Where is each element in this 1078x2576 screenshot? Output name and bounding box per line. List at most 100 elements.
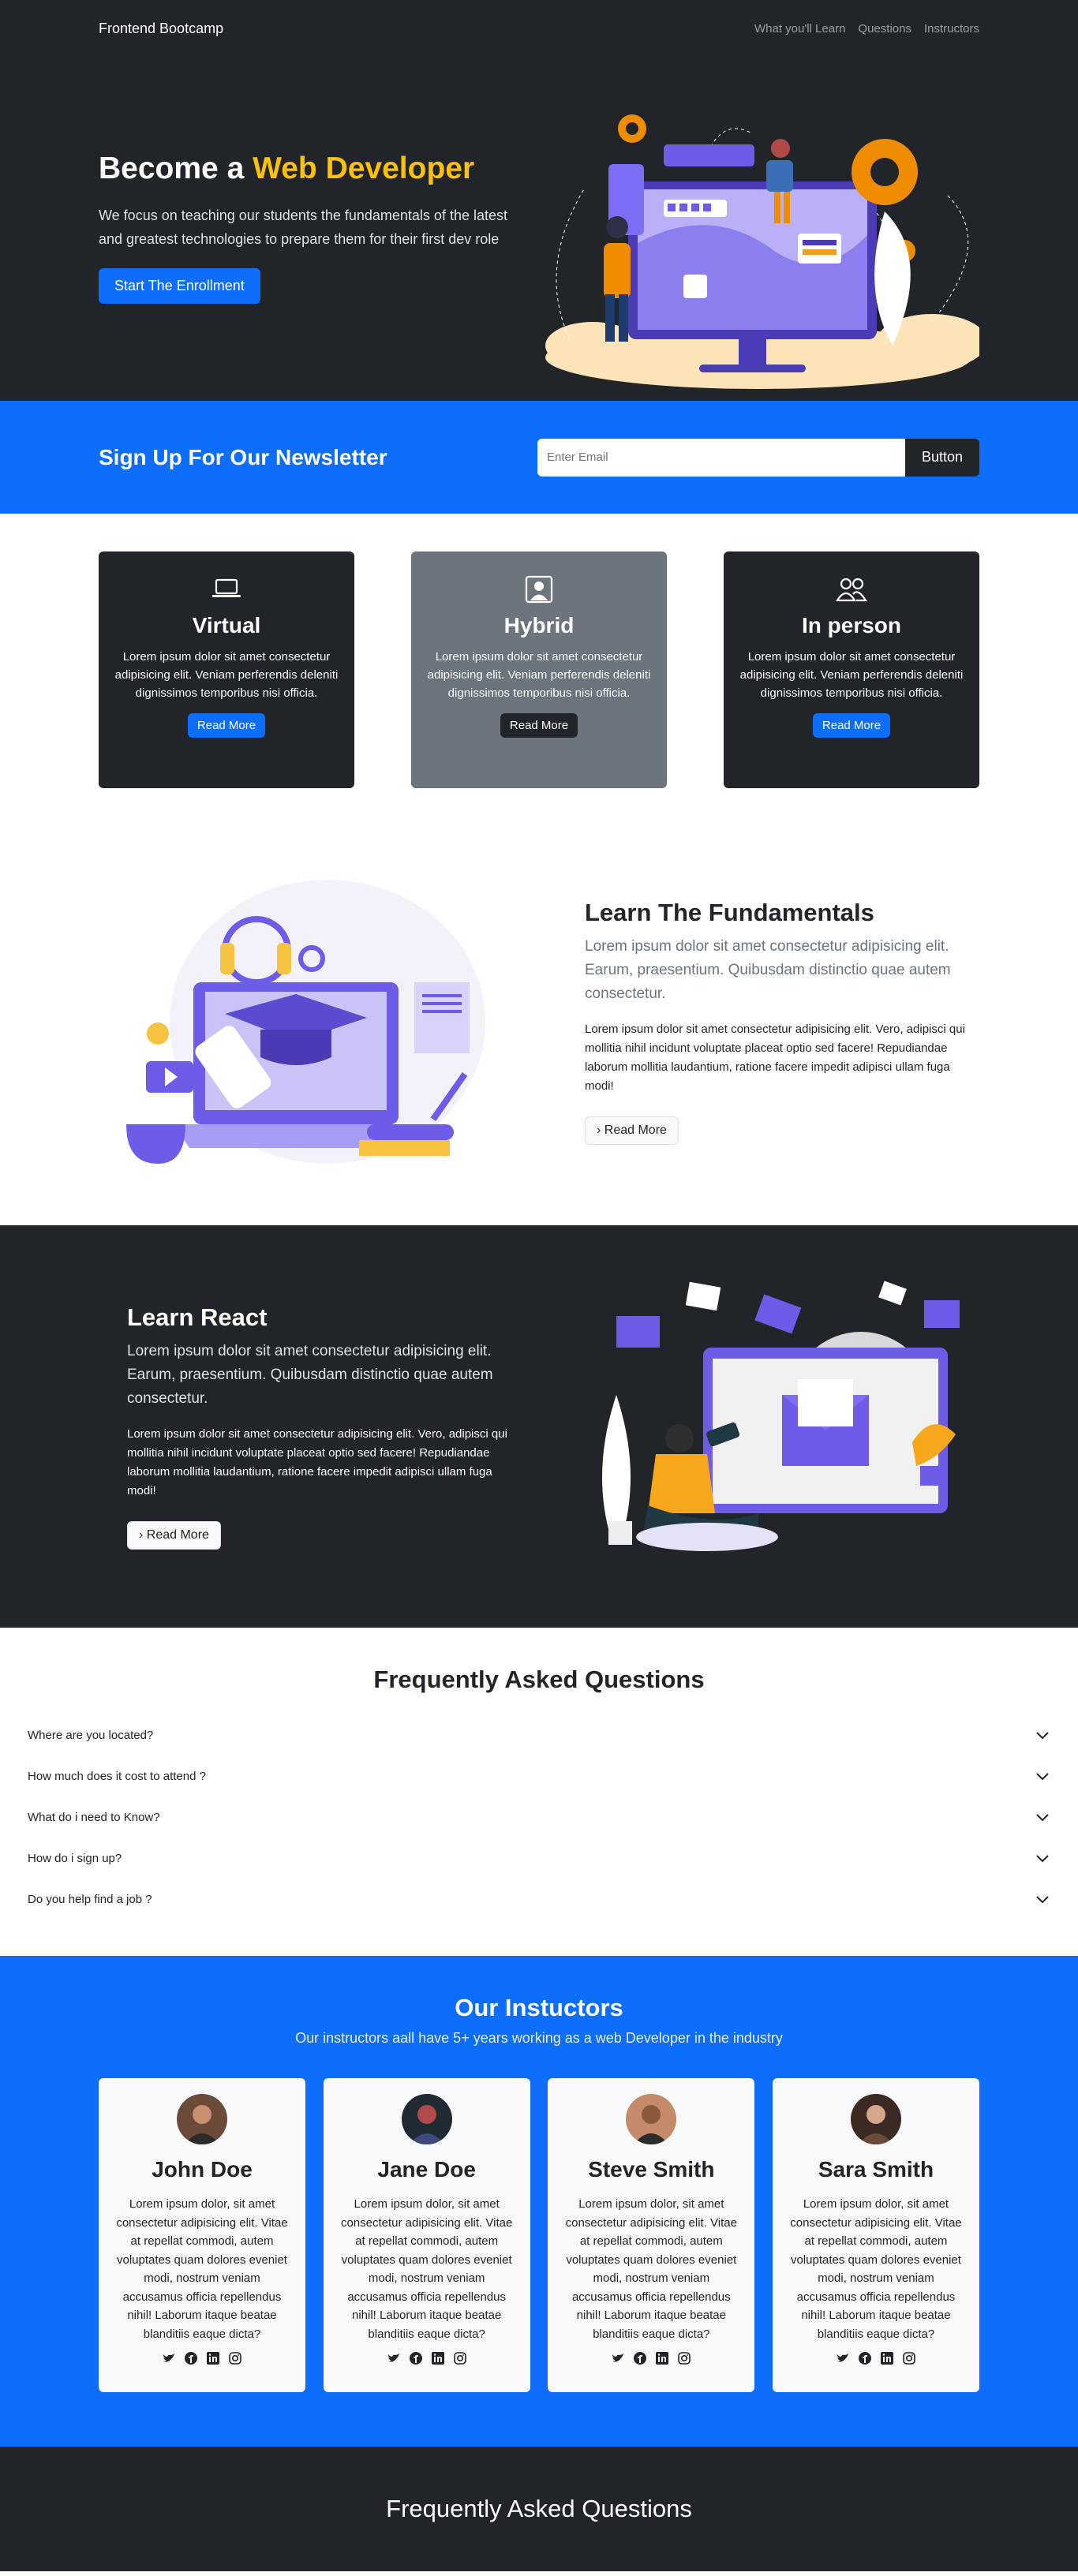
box-text: Lorem ipsum dolor sit amet consectetur a… <box>427 650 651 700</box>
twitter-icon[interactable] <box>162 2351 176 2365</box>
chevron-down-icon <box>1036 1896 1049 1904</box>
hero-section: Become a Web Developer We focus on teach… <box>0 57 1078 401</box>
instagram-icon[interactable] <box>453 2351 467 2365</box>
react-title: Learn React <box>127 1303 268 1331</box>
instructor-name: Jane Doe <box>377 2157 476 2182</box>
faq-item[interactable]: How do i sign up? <box>26 1838 1052 1879</box>
linkedin-icon[interactable] <box>206 2351 220 2365</box>
fundamentals-text: Learn The Fundamentals Lorem ipsum dolor… <box>585 899 979 1145</box>
boxes-section: Virtual Lorem ipsum dolor sit amet conse… <box>0 514 1078 817</box>
chevron-down-icon <box>1036 1855 1049 1863</box>
faq-list: Where are you located? How much does it … <box>26 1714 1052 1920</box>
newsletter-title: Sign Up For Our Newsletter <box>99 444 387 469</box>
instructor-card: Sara Smith Lorem ipsum dolor, sit amet c… <box>772 2078 979 2392</box>
social-links <box>563 2351 739 2365</box>
chevron-down-icon <box>1036 1814 1049 1822</box>
instructor-name: Steve Smith <box>588 2157 715 2182</box>
box-title: In person <box>801 613 901 637</box>
start-enrollment-button[interactable]: Start The Enrollment <box>99 268 260 304</box>
laptop-icon <box>114 574 339 605</box>
footer-title: Frequently Asked Questions <box>386 2495 692 2522</box>
instagram-icon[interactable] <box>677 2351 691 2365</box>
instructor-bio: Lorem ipsum dolor, sit amet consectetur … <box>116 2197 288 2341</box>
chevron-right-icon: › <box>597 1123 601 1137</box>
avatar <box>626 2094 677 2144</box>
chevron-down-icon <box>1036 1773 1049 1781</box>
instructor-name: Sara Smith <box>818 2157 934 2182</box>
brand-link[interactable]: Frontend Bootcamp <box>99 21 223 37</box>
social-links <box>339 2351 515 2365</box>
fundamentals-illustration <box>126 879 485 1164</box>
instructor-bio: Lorem ipsum dolor, sit amet consectetur … <box>565 2197 737 2341</box>
footer-section: Frequently Asked Questions <box>0 2447 1078 2571</box>
hero-illustration <box>545 114 979 389</box>
fundamentals-read-more-button[interactable]: › Read More <box>585 1116 679 1145</box>
instructors-title: Our Instuctors <box>455 1994 623 2021</box>
facebook-icon[interactable] <box>184 2351 198 2365</box>
nav-links: What you'll Learn Questions Instructors <box>754 22 979 36</box>
react-section: Learn React Lorem ipsum dolor sit amet c… <box>0 1225 1078 1628</box>
nav-link-questions[interactable]: Questions <box>858 22 911 36</box>
read-more-button[interactable]: Read More <box>500 713 578 738</box>
linkedin-icon[interactable] <box>655 2351 669 2365</box>
facebook-icon[interactable] <box>409 2351 423 2365</box>
newsletter-submit-button[interactable]: Button <box>905 438 979 477</box>
react-lead: Lorem ipsum dolor sit amet consectetur a… <box>127 1343 493 1407</box>
twitter-icon[interactable] <box>387 2351 401 2365</box>
react-text: Learn React Lorem ipsum dolor sit amet c… <box>127 1303 522 1550</box>
fundamentals-body: Lorem ipsum dolor sit amet consectetur a… <box>585 1022 965 1093</box>
read-more-button[interactable]: Read More <box>812 713 891 738</box>
faq-item[interactable]: Do you help find a job ? <box>26 1879 1052 1920</box>
faq-item[interactable]: What do i need to Know? <box>26 1796 1052 1838</box>
button-label: Read More <box>146 1528 209 1542</box>
chevron-right-icon: › <box>139 1528 144 1542</box>
instructor-bio: Lorem ipsum dolor, sit amet consectetur … <box>340 2197 513 2341</box>
faq-question: What do i need to Know? <box>28 1810 160 1824</box>
social-links <box>114 2351 290 2365</box>
box-virtual: Virtual Lorem ipsum dolor sit amet conse… <box>99 551 354 788</box>
newsletter-form: Button <box>537 438 979 477</box>
faq-question: Where are you located? <box>28 1728 154 1742</box>
hero-title: Become a Web Developer <box>99 151 509 186</box>
instructor-name: John Doe <box>152 2157 253 2182</box>
person-badge-icon <box>427 574 651 605</box>
instructor-bio: Lorem ipsum dolor, sit amet consectetur … <box>790 2197 962 2341</box>
react-read-more-button[interactable]: › Read More <box>127 1521 221 1550</box>
hero-title-prefix: Become a <box>99 151 253 185</box>
box-title: Hybrid <box>503 613 575 637</box>
avatar <box>177 2094 227 2144</box>
linkedin-icon[interactable] <box>431 2351 445 2365</box>
header-section: Frontend Bootcamp What you'll Learn Ques… <box>0 0 1078 401</box>
avatar <box>850 2094 901 2144</box>
read-more-button[interactable]: Read More <box>187 713 266 738</box>
faq-item[interactable]: Where are you located? <box>26 1714 1052 1755</box>
navbar: Frontend Bootcamp What you'll Learn Ques… <box>99 0 979 57</box>
facebook-icon[interactable] <box>633 2351 647 2365</box>
box-text: Lorem ipsum dolor sit amet consectetur a… <box>114 650 339 700</box>
nav-link-instructors[interactable]: Instructors <box>924 22 979 36</box>
twitter-icon[interactable] <box>611 2351 625 2365</box>
instagram-icon[interactable] <box>902 2351 916 2365</box>
box-in-person: In person Lorem ipsum dolor sit amet con… <box>724 551 979 788</box>
instructor-cards: John Doe Lorem ipsum dolor, sit amet con… <box>99 2078 979 2392</box>
people-icon <box>739 574 964 605</box>
linkedin-icon[interactable] <box>880 2351 894 2365</box>
hero-text: Become a Web Developer We focus on teach… <box>99 57 509 401</box>
react-body: Lorem ipsum dolor sit amet consectetur a… <box>127 1427 507 1497</box>
email-input[interactable] <box>537 438 905 477</box>
faq-item[interactable]: How much does it cost to attend ? <box>26 1755 1052 1796</box>
instructors-section: Our Instuctors Our instructors aall have… <box>0 1956 1078 2447</box>
box-hybrid: Hybrid Lorem ipsum dolor sit amet consec… <box>411 551 667 788</box>
twitter-icon[interactable] <box>836 2351 850 2365</box>
avatar <box>401 2094 452 2144</box>
faq-section: Frequently Asked Questions Where are you… <box>0 1628 1078 1956</box>
hero-title-accent: Web Developer <box>253 151 475 185</box>
facebook-icon[interactable] <box>858 2351 872 2365</box>
hero-lead: We focus on teaching our students the fu… <box>99 208 507 247</box>
fundamentals-title: Learn The Fundamentals <box>585 898 874 926</box>
instructor-card: John Doe Lorem ipsum dolor, sit amet con… <box>99 2078 305 2392</box>
nav-link-learn[interactable]: What you'll Learn <box>754 22 845 36</box>
instructor-card: Jane Doe Lorem ipsum dolor, sit amet con… <box>323 2078 530 2392</box>
faq-title: Frequently Asked Questions <box>373 1666 705 1693</box>
instagram-icon[interactable] <box>228 2351 242 2365</box>
